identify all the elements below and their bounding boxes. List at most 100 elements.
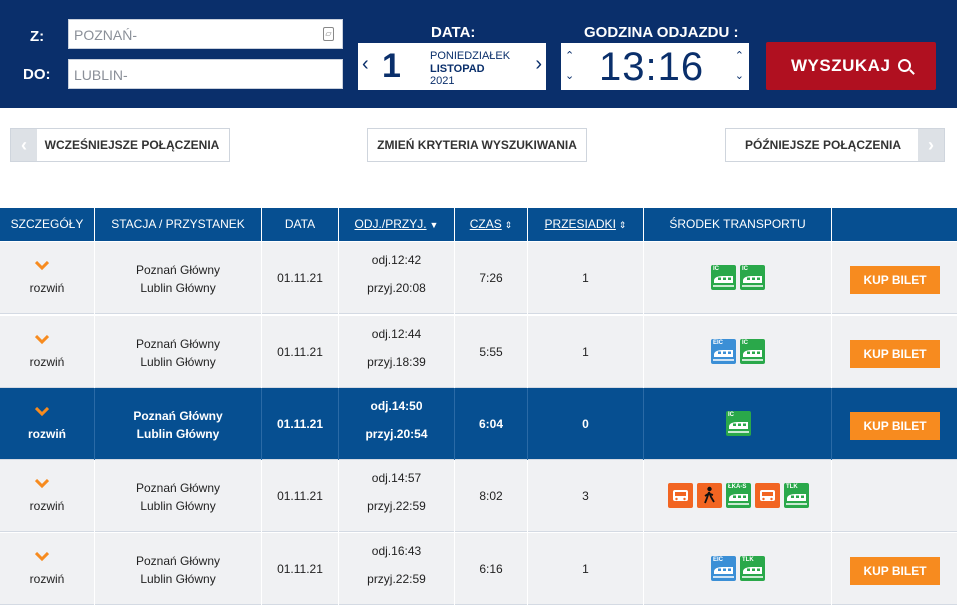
walk-icon [697,483,722,508]
buy-cell: KUP BILET [832,533,957,605]
expand-link[interactable]: rozwiń [0,355,94,369]
stations: Poznań Główny Lublin Główny [95,335,261,371]
transfers-cell: 0 [528,388,644,460]
header-buy [832,208,957,241]
from-station: Poznań Główny [133,409,223,423]
buy-ticket-button[interactable]: KUP BILET [850,557,940,585]
train-icon: IC [740,339,765,364]
depart-arrive-cell: odj.14:50 przyj.20:54 [339,388,455,460]
transport-cell: ŁKA-S TLK [644,460,832,532]
buy-cell: KUP BILET [832,316,957,388]
prev-day-icon[interactable]: ‹ [362,53,369,76]
from-station: Poznań Główny [135,554,221,568]
station-cell: Poznań Główny Lublin Główny [95,388,262,460]
train-brand-label: IC [742,340,748,346]
details-cell[interactable]: rozwiń [0,316,95,388]
date-cell: 01.11.21 [262,533,339,605]
to-value: LUBLIN- [74,67,128,83]
change-criteria-button[interactable]: ZMIEŃ KRYTERIA WYSZUKIWANIA [367,128,587,162]
to-input[interactable]: LUBLIN- [68,59,343,89]
details-cell[interactable]: rozwiń [0,388,95,460]
train-brand-label: IC [742,266,748,272]
earlier-connections-button[interactable]: ‹ WCZEŚNIEJSZE POŁĄCZENIA [10,128,230,162]
train-brand-label: EIC [713,340,724,346]
sort-desc-icon: ▼ [429,220,439,230]
from-station: Poznań Główny [135,263,221,277]
arrival-time: przyj.20:08 [367,281,426,295]
transfers-cell: 3 [528,460,644,532]
departure-time: odj.12:42 [371,253,422,267]
transfers-cell: 1 [528,533,644,605]
chevron-down-icon[interactable] [34,478,50,490]
expand-link[interactable]: rozwiń [0,281,94,295]
minute-up-icon[interactable]: ⌃ [735,49,744,62]
arrival-time: przyj.20:54 [365,427,428,441]
train-icon: IC [711,265,736,290]
arrival-time: przyj.22:59 [367,499,426,513]
chevron-down-icon[interactable] [34,406,50,418]
transfers-count: 0 [582,417,589,431]
details-cell[interactable]: rozwiń [0,533,95,605]
arrival-time: przyj.22:59 [367,572,426,586]
details-cell[interactable]: rozwiń [0,242,95,314]
chevron-down-icon[interactable] [34,260,50,272]
hour-down-icon[interactable]: ⌄ [565,69,574,82]
train-brand-label: EIC [713,557,724,563]
buy-ticket-button[interactable]: KUP BILET [850,266,940,294]
transfers-count: 1 [582,345,589,359]
time-picker[interactable]: ⌃ ⌄ 13:16 ⌃ ⌄ [561,43,749,90]
hour-up-icon[interactable]: ⌃ [565,49,574,62]
buy-cell [832,460,957,532]
later-connections-label: PÓŹNIEJSZE POŁĄCZENIA [744,138,902,152]
travel-date: 01.11.21 [276,417,324,431]
depart-arrive-cell: odj.16:43 przyj.22:59 [339,533,455,605]
expand-link[interactable]: rozwiń [0,572,94,586]
minute-down-icon[interactable]: ⌄ [735,69,744,82]
chevron-down-icon[interactable] [34,551,50,563]
train-icon: ŁKA-S [726,483,751,508]
train-icon: EIC [711,339,736,364]
next-day-icon[interactable]: › [535,53,542,76]
transport-cell: EIC TLK [644,533,832,605]
chevron-right-icon: › [918,129,944,161]
search-button[interactable]: WYSZUKAJ [766,42,936,90]
change-criteria-label: ZMIEŃ KRYTERIA WYSZUKIWANIA [377,138,577,152]
date-cell: 01.11.21 [262,388,339,460]
date-cell: 01.11.21 [262,460,339,532]
station-cell: Poznań Główny Lublin Główny [95,242,262,314]
table-row[interactable]: rozwiń Poznań Główny Lublin Główny 01.11.21… [0,242,957,314]
from-input[interactable]: POZNAŃ- ▱ [68,19,343,49]
expand-link[interactable]: rozwiń [0,427,94,441]
chevron-down-icon[interactable] [34,334,50,346]
duration: 6:16 [479,562,503,576]
station-cell: Poznań Główny Lublin Główny [95,460,262,532]
date-cell: 01.11.21 [262,316,339,388]
expand-link[interactable]: rozwiń [0,499,94,513]
table-row[interactable]: rozwiń Poznań Główny Lublin Główny 01.11.21… [0,388,957,460]
table-row[interactable]: rozwiń Poznań Główny Lublin Główny 01.11.21… [0,533,957,605]
contact-book-icon[interactable]: ▱ [323,27,334,41]
duration-cell: 5:55 [455,316,528,388]
header-transfers-sort[interactable]: PRZESIADKI ⇕ [528,208,644,241]
station-cell: Poznań Główny Lublin Główny [95,533,262,605]
table-row[interactable]: rozwiń Poznań Główny Lublin Główny 01.11.21… [0,460,957,532]
header-date: DATA [262,208,339,241]
buy-ticket-button[interactable]: KUP BILET [850,412,940,440]
date-month: LISTOPAD [430,63,485,75]
buy-ticket-button[interactable]: KUP BILET [850,340,940,368]
date-weekday: PONIEDZIAŁEK [430,50,511,62]
date-cell: 01.11.21 [262,242,339,314]
details-cell[interactable]: rozwiń [0,460,95,532]
departure-time: odj.12:44 [371,327,422,341]
header-depart-sort[interactable]: ODJ./PRZYJ. ▼ [339,208,455,241]
to-station: Lublin Główny [140,281,216,295]
transfers-count: 3 [582,489,589,503]
header-time-sort[interactable]: CZAS ⇕ [455,208,528,241]
date-picker[interactable]: ‹ 1 PONIEDZIAŁEK LISTOPAD 2021 › [358,43,546,90]
to-station: Lublin Główny [140,572,216,586]
table-row[interactable]: rozwiń Poznań Główny Lublin Główny 01.11.21… [0,316,957,388]
transport-cell: IC IC [644,242,832,314]
later-connections-button[interactable]: PÓŹNIEJSZE POŁĄCZENIA › [725,128,945,162]
date-year: 2021 [430,75,455,87]
train-icon: IC [740,265,765,290]
